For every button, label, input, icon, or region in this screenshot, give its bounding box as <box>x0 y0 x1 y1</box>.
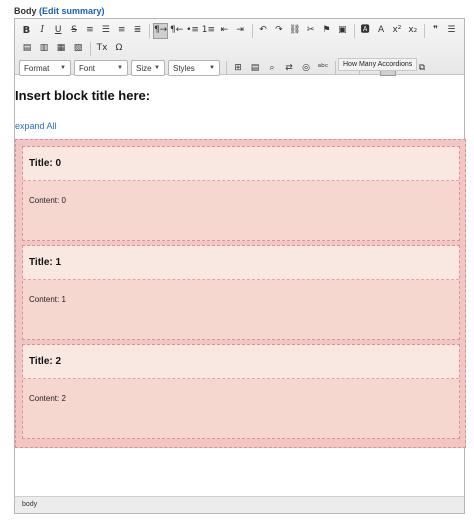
size-select-label: Size <box>136 63 152 73</box>
toolbar-separator <box>90 41 91 56</box>
copy-button[interactable]: ▥ <box>36 41 52 57</box>
accordion-content[interactable]: Content: 0 <box>23 181 459 205</box>
accordion-content[interactable]: Content: 2 <box>23 379 459 403</box>
outdent-button[interactable]: ⇤ <box>217 23 232 39</box>
horizontal-rule-button[interactable]: ☰ <box>444 23 459 39</box>
text-color-button[interactable]: A <box>374 23 389 39</box>
strike-button[interactable]: S <box>67 23 82 39</box>
accordion-title[interactable]: Title: 2 <box>23 345 459 379</box>
undo-button[interactable]: ↶ <box>256 23 271 39</box>
styles-select[interactable]: Styles ▼ <box>168 60 220 76</box>
anchor-button[interactable]: ⚑ <box>319 23 334 39</box>
format-select-label: Format <box>24 63 50 73</box>
align-center-button[interactable]: ☰ <box>98 23 113 39</box>
italic-button[interactable]: I <box>35 23 50 39</box>
accordion-item[interactable]: Title: 0 Content: 0 <box>22 146 460 241</box>
ltr-button[interactable]: ¶→ <box>152 22 169 39</box>
unlink-button[interactable]: ✂ <box>303 23 318 39</box>
accordion-tooltip: How Many Accordions <box>338 58 418 71</box>
image-button[interactable]: ▣ <box>335 23 350 39</box>
indent-button[interactable]: ⇥ <box>233 23 248 39</box>
toolbar-separator <box>149 23 150 38</box>
paste-button[interactable]: ▦ <box>53 41 69 57</box>
blockquote-button[interactable]: ❞ <box>428 23 443 39</box>
table-button[interactable]: ⊞ <box>230 60 246 76</box>
spellcheck-button[interactable]: ᵃᵇᶜ <box>315 60 331 76</box>
justify-button[interactable]: ≣ <box>130 23 145 39</box>
field-label: Body (Edit summary) <box>14 6 105 16</box>
bold-button[interactable]: B <box>19 23 34 39</box>
element-path[interactable]: body <box>22 501 37 508</box>
format-select[interactable]: Format ▼ <box>19 60 71 76</box>
editor-content[interactable]: Insert block title here: expand All Titl… <box>15 76 466 497</box>
chevron-down-icon: ▼ <box>154 65 160 71</box>
font-select[interactable]: Font ▼ <box>74 60 128 76</box>
remove-format-button[interactable]: Tx <box>94 41 110 57</box>
toolbar-separator <box>353 23 355 38</box>
template-button[interactable]: ▤ <box>247 60 263 76</box>
expand-all-link[interactable]: expand All <box>15 121 57 131</box>
cut-button[interactable]: ▤ <box>19 41 35 57</box>
accordion-content[interactable]: Content: 1 <box>23 280 459 304</box>
background-color-button[interactable]: 🅰 <box>358 23 373 39</box>
accordion-item[interactable]: Title: 2 Content: 2 <box>22 344 460 439</box>
toolbar-separator <box>424 23 426 38</box>
toolbar-separator <box>335 61 336 75</box>
font-select-label: Font <box>79 63 96 73</box>
accordion-item[interactable]: Title: 1 Content: 1 <box>22 245 460 340</box>
subscript-button[interactable]: x₂ <box>405 23 420 39</box>
find-button[interactable]: ⌕ <box>264 60 280 76</box>
redo-button[interactable]: ↷ <box>271 23 286 39</box>
align-left-button[interactable]: ≡ <box>83 23 98 39</box>
accordion-container[interactable]: Title: 0 Content: 0 Title: 1 Content: 1 Titl… <box>15 139 466 448</box>
toolbar-row-1: B I U S ≡ ☰ ≡ ≣ ¶→ ¶← •≡ 1≡ ⇤ ⇥ ↶ ↷ ⛓ ✂ ⚑ ▣ 🅰 Ax² x₂ ❞ ☰ <box>19 22 460 39</box>
underline-button[interactable]: U <box>51 23 66 39</box>
edit-summary-link[interactable]: (Edit summary) <box>39 6 105 16</box>
chevron-down-icon: ▼ <box>209 65 215 71</box>
accordion-title[interactable]: Title: 0 <box>23 147 459 181</box>
paste-text-button[interactable]: ▧ <box>70 41 86 57</box>
styles-select-label: Styles <box>173 63 195 73</box>
bullet-list-button[interactable]: •≡ <box>185 23 200 39</box>
chevron-down-icon: ▼ <box>60 65 66 71</box>
chevron-down-icon: ▼ <box>117 65 123 71</box>
toolbar-row-2: ▤ ▥ ▦ ▧ Tx Ω <box>19 40 460 57</box>
toolbar-separator <box>251 23 253 38</box>
field-label-text: Body <box>14 6 37 16</box>
toolbar-separator <box>226 61 227 75</box>
numbered-list-button[interactable]: 1≡ <box>201 23 216 39</box>
rich-text-editor: B I U S ≡ ☰ ≡ ≣ ¶→ ¶← •≡ 1≡ ⇤ ⇥ ↶ ↷ ⛓ ✂ ⚑ ▣ 🅰 Ax² x₂ ❞ ☰ ▤ ▥ ▦ ▧ Tx Ω… <box>14 18 466 514</box>
special-char-button[interactable]: Ω <box>111 41 127 57</box>
block-title[interactable]: Insert block title here: <box>15 88 150 103</box>
size-select[interactable]: Size ▼ <box>131 60 165 76</box>
replace-button[interactable]: ⇄ <box>281 60 297 76</box>
superscript-button[interactable]: x² <box>389 23 404 39</box>
align-right-button[interactable]: ≡ <box>114 23 129 39</box>
iframe-button[interactable]: ◎ <box>298 60 314 76</box>
accordion-title[interactable]: Title: 1 <box>23 246 459 280</box>
rtl-button[interactable]: ¶← <box>169 23 184 39</box>
element-path-bar: body <box>15 496 464 513</box>
link-button[interactable]: ⛓ <box>287 23 302 39</box>
